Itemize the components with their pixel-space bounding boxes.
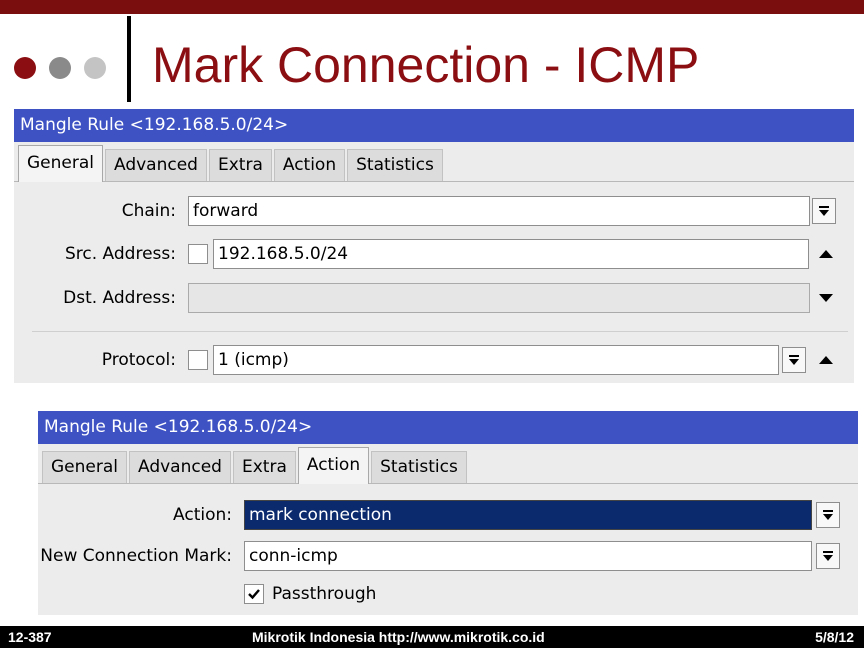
dropdown-arrow-icon <box>823 510 833 520</box>
src-address-negate-checkbox[interactable] <box>188 244 208 264</box>
footer-date: 5/8/12 <box>815 629 854 645</box>
dropdown-arrow-icon <box>789 355 799 365</box>
dst-address-row: Dst. Address: <box>14 283 854 313</box>
dropdown-arrow-icon <box>823 551 833 561</box>
tab-action[interactable]: Action <box>273 149 346 181</box>
src-address-label: Src. Address: <box>65 244 176 264</box>
title-divider <box>127 16 131 102</box>
decorative-bullets <box>14 57 106 79</box>
bullet-dot-icon <box>14 57 36 79</box>
tab-bar: General Advanced Extra Action Statistics <box>14 142 854 182</box>
tab-extra[interactable]: Extra <box>208 149 272 181</box>
tab-advanced[interactable]: Advanced <box>129 451 231 483</box>
action-dropdown-button[interactable] <box>816 502 840 528</box>
tab-statistics[interactable]: Statistics <box>371 451 467 483</box>
bullet-dot-icon <box>49 57 71 79</box>
footer-slide-number: 12-387 <box>8 629 52 645</box>
new-connection-mark-label: New Connection Mark: <box>40 546 232 566</box>
tab-extra[interactable]: Extra <box>232 451 296 483</box>
new-connection-mark-field[interactable]: conn-icmp <box>244 541 812 571</box>
passthrough-label: Passthrough <box>272 584 377 604</box>
triangle-up-icon <box>819 356 833 364</box>
checkmark-icon <box>248 589 260 600</box>
action-row: Action: mark connection <box>38 500 858 530</box>
tab-bar: General Advanced Extra Action Statistics <box>38 444 858 484</box>
action-label: Action: <box>173 505 232 525</box>
tab-general[interactable]: General <box>42 451 127 483</box>
protocol-row: Protocol: 1 (icmp) <box>14 345 854 375</box>
chain-row: Chain: forward <box>14 196 854 226</box>
action-select[interactable]: mark connection <box>244 500 812 530</box>
dropdown-arrow-icon <box>819 206 829 216</box>
new-connection-mark-row: New Connection Mark: conn-icmp <box>38 541 858 571</box>
dst-address-expand-button[interactable] <box>816 283 836 313</box>
tab-action[interactable]: Action <box>297 447 370 484</box>
footer-organization: Mikrotik Indonesia http://www.mikrotik.c… <box>252 629 545 645</box>
protocol-dropdown-button[interactable] <box>782 347 806 373</box>
slide-footer: 12-387 Mikrotik Indonesia http://www.mik… <box>0 626 864 648</box>
chain-label: Chain: <box>121 201 176 221</box>
tab-general[interactable]: General <box>18 145 103 182</box>
passthrough-checkbox[interactable] <box>244 584 264 604</box>
triangle-up-icon <box>819 250 833 258</box>
dst-address-label: Dst. Address: <box>63 288 176 308</box>
protocol-collapse-button[interactable] <box>816 345 836 375</box>
triangle-down-icon <box>819 294 833 302</box>
protocol-label: Protocol: <box>101 350 176 370</box>
top-accent-bar <box>0 0 864 14</box>
bullet-dot-icon <box>84 57 106 79</box>
protocol-field[interactable]: 1 (icmp) <box>213 345 779 375</box>
slide-title: Mark Connection - ICMP <box>152 37 700 93</box>
src-address-field[interactable]: 192.168.5.0/24 <box>213 239 809 269</box>
mangle-rule-window-general: Mangle Rule <192.168.5.0/24> General Adv… <box>14 109 854 383</box>
src-address-row: Src. Address: 192.168.5.0/24 <box>14 239 854 269</box>
src-address-collapse-button[interactable] <box>816 239 836 269</box>
mangle-rule-window-action: Mangle Rule <192.168.5.0/24> General Adv… <box>38 411 858 615</box>
window-title: Mangle Rule <192.168.5.0/24> <box>38 411 858 444</box>
dst-address-field[interactable] <box>188 283 810 313</box>
tab-statistics[interactable]: Statistics <box>347 149 443 181</box>
new-connection-mark-dropdown-button[interactable] <box>816 543 840 569</box>
tab-advanced[interactable]: Advanced <box>105 149 207 181</box>
passthrough-option[interactable]: Passthrough <box>244 579 376 609</box>
window-title: Mangle Rule <192.168.5.0/24> <box>14 109 854 142</box>
section-divider <box>32 331 848 332</box>
chain-field[interactable]: forward <box>188 196 810 226</box>
chain-dropdown-button[interactable] <box>812 198 836 224</box>
protocol-negate-checkbox[interactable] <box>188 350 208 370</box>
